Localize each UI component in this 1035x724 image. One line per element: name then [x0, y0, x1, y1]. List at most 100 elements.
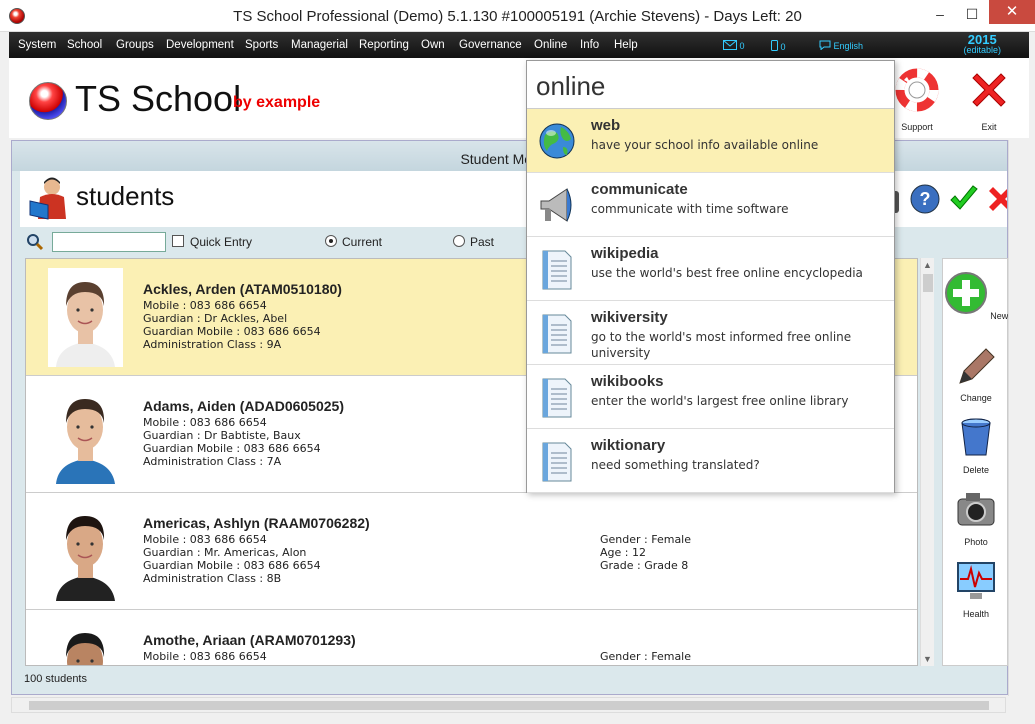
document-icon	[542, 314, 572, 354]
student-name: Ackles, Arden (ATAM0510180)	[143, 281, 342, 297]
change-label: Change	[960, 393, 992, 403]
student-photo	[48, 619, 123, 665]
module-heading: students	[76, 181, 175, 211]
online-item-description: need something translated?	[591, 458, 760, 472]
online-item-web[interactable]: web have your school info available onlin…	[527, 109, 894, 173]
delete-button[interactable]: Delete	[943, 415, 1009, 475]
exit-button[interactable]: Exit	[959, 68, 1019, 132]
student-count: 100 students	[24, 673, 87, 685]
year-selector[interactable]: 2015 (editable)	[963, 33, 1001, 56]
support-button[interactable]: Support	[887, 68, 947, 132]
document-icon	[542, 378, 572, 418]
student-guardian-mobile: Guardian Mobile : 083 686 6654	[143, 559, 321, 572]
maximize-button[interactable]: ☐	[960, 6, 984, 23]
menu-info[interactable]: Info	[580, 39, 599, 51]
photo-button[interactable]: Photo	[943, 487, 1009, 547]
sms-status[interactable]: 0	[771, 40, 786, 52]
student-gender: Gender : Female	[600, 650, 692, 663]
scroll-up-arrow[interactable]: ▲	[923, 260, 932, 270]
new-button[interactable]: New	[943, 271, 1009, 321]
student-row[interactable]: Americas, Ashlyn (RAAM0706282) Mobile : 0…	[26, 493, 917, 610]
language-selector[interactable]: English	[819, 40, 863, 51]
online-item-description: use the world's best free online encyclo…	[591, 266, 863, 280]
photo-label: Photo	[964, 537, 988, 547]
online-item-wikipedia[interactable]: wikipedia use the world's best free onlin…	[527, 237, 894, 301]
help-icon[interactable]: ?	[909, 183, 941, 215]
student-mobile: Mobile : 083 686 6654	[143, 416, 267, 429]
online-item-wikiversity[interactable]: wikiversity go to the world's most inform…	[527, 301, 894, 365]
student-row[interactable]: Amothe, Ariaan (ARAM0701293) Mobile : 083…	[26, 610, 917, 665]
globe-icon	[539, 123, 575, 159]
online-item-wikibooks[interactable]: wikibooks enter the world's largest free …	[527, 365, 894, 429]
document-icon	[542, 250, 572, 290]
scroll-thumb[interactable]	[923, 274, 933, 292]
online-item-communicate[interactable]: communicate communicate with time softwar…	[527, 173, 894, 237]
search-input[interactable]	[52, 232, 166, 252]
past-radio[interactable]	[453, 235, 465, 247]
menu-governance[interactable]: Governance	[459, 39, 522, 51]
menu-help[interactable]: Help	[614, 39, 638, 51]
module-actions: ?	[887, 183, 1007, 219]
past-label: Past	[470, 235, 495, 249]
sms-count: 0	[780, 42, 786, 52]
online-item-description: communicate with time software	[591, 202, 789, 216]
minimize-button[interactable]: –	[928, 6, 952, 22]
horizontal-scrollbar[interactable]	[11, 697, 1006, 713]
logo-text: TS School	[75, 78, 242, 119]
exit-x-icon	[972, 73, 1006, 107]
search-icon	[27, 234, 44, 251]
menu-managerial[interactable]: Managerial	[291, 39, 348, 51]
lifebuoy-icon	[895, 68, 939, 112]
online-item-name: wikibooks	[591, 373, 664, 390]
menu-bar: System School Groups Development Sports …	[9, 32, 1029, 58]
cancel-x-icon[interactable]	[987, 185, 1007, 213]
title-bar: TS School Professional (Demo) 5.1.130 #1…	[0, 0, 1035, 32]
menu-groups[interactable]: Groups	[116, 39, 154, 51]
megaphone-icon	[540, 188, 572, 222]
mail-icon	[723, 40, 737, 50]
student-photo	[48, 268, 123, 367]
menu-system[interactable]: System	[18, 39, 56, 51]
window-title: TS School Professional (Demo) 5.1.130 #1…	[233, 8, 802, 25]
change-button[interactable]: Change	[943, 343, 1009, 403]
module-scrollbar[interactable]	[1008, 140, 1029, 696]
student-age: Age : 12	[600, 546, 646, 559]
horizontal-scroll-thumb[interactable]	[29, 701, 989, 710]
menu-sports[interactable]: Sports	[245, 39, 278, 51]
student-guardian: Guardian : Mr. Americas, Alon	[143, 546, 307, 559]
list-scrollbar[interactable]: ▲ ▼	[920, 258, 934, 666]
checkmark-icon[interactable]	[949, 185, 979, 213]
student-admin-class: Administration Class : 8B	[143, 572, 282, 585]
menu-school[interactable]: School	[67, 39, 102, 51]
side-toolbar: New Change Delete Photo Health	[942, 258, 1008, 666]
quick-entry-checkbox[interactable]	[172, 235, 184, 247]
close-button[interactable]: ✕	[989, 0, 1035, 24]
online-dropdown: online web have your school info availabl…	[526, 60, 895, 493]
online-item-wiktionary[interactable]: wiktionary need something translated?	[527, 429, 894, 493]
online-item-name: web	[591, 117, 621, 134]
menu-online[interactable]: Online	[534, 39, 567, 51]
online-item-name: wikiversity	[591, 309, 668, 326]
student-mobile: Mobile : 083 686 6654	[143, 299, 267, 312]
menu-development[interactable]: Development	[166, 39, 234, 51]
online-item-name: wiktionary	[591, 437, 666, 454]
scroll-down-arrow[interactable]: ▼	[923, 654, 932, 664]
health-button[interactable]: Health	[943, 559, 1009, 619]
logo-tagline: by example	[233, 94, 321, 111]
exit-label: Exit	[981, 122, 997, 132]
new-plus-icon	[944, 272, 987, 314]
health-monitor-icon	[957, 562, 995, 599]
year-note: (editable)	[963, 45, 1001, 55]
quick-entry-label: Quick Entry	[190, 235, 253, 249]
mail-status[interactable]: 0	[723, 40, 745, 51]
student-admin-class: Administration Class : 9A	[143, 338, 282, 351]
student-grade: Grade : Grade 8	[600, 559, 689, 572]
new-label: New	[990, 311, 1009, 321]
logo-icon	[29, 82, 67, 120]
pen-icon	[959, 348, 995, 384]
menu-reporting[interactable]: Reporting	[359, 39, 409, 51]
current-radio[interactable]	[325, 235, 337, 247]
menu-own[interactable]: Own	[421, 39, 445, 51]
online-item-description: enter the world's largest free online li…	[591, 394, 849, 408]
student-guardian: Guardian : Dr Babtiste, Baux	[143, 429, 301, 442]
